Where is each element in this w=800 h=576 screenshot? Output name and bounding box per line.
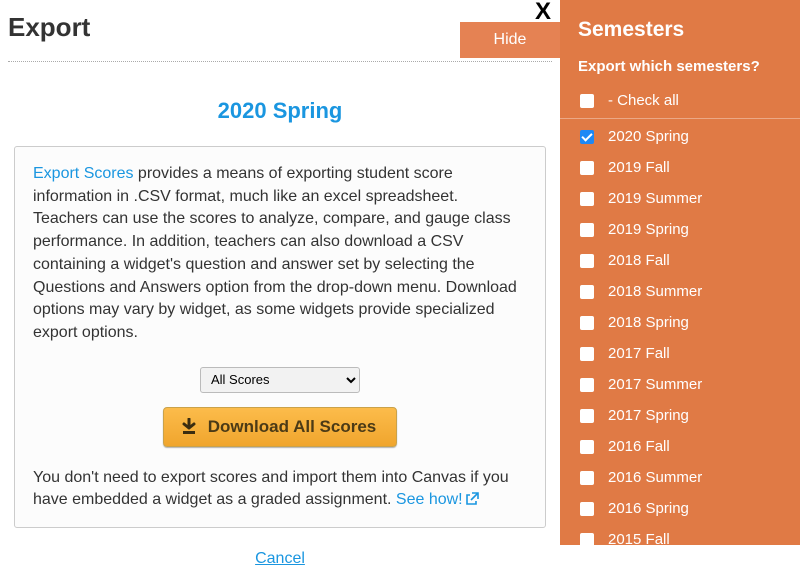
semester-row[interactable]: 2016 Fall: [560, 431, 800, 462]
current-semester-heading: 2020 Spring: [8, 98, 552, 124]
download-row: Download All Scores: [33, 407, 527, 447]
semester-checkbox[interactable]: [580, 471, 594, 485]
cancel-row: Cancel: [8, 550, 552, 568]
semester-row[interactable]: 2017 Fall: [560, 338, 800, 369]
semester-label[interactable]: 2016 Spring: [608, 500, 689, 517]
select-row: All Scores: [33, 367, 527, 393]
semester-row[interactable]: 2018 Spring: [560, 307, 800, 338]
download-button-label: Download All Scores: [208, 417, 376, 437]
cancel-link[interactable]: Cancel: [255, 550, 305, 567]
sidebar-title: Semesters: [560, 18, 800, 58]
semester-row[interactable]: 2019 Summer: [560, 183, 800, 214]
semester-checkbox[interactable]: [580, 130, 594, 144]
footnote-text: You don't need to export scores and impo…: [33, 467, 527, 513]
semester-label[interactable]: 2019 Spring: [608, 221, 689, 238]
export-scores-link[interactable]: Export Scores: [33, 165, 133, 182]
check-all-label[interactable]: - Check all: [608, 92, 679, 109]
semester-label[interactable]: 2015 Fall: [608, 531, 670, 545]
check-all-checkbox[interactable]: [580, 94, 594, 108]
semester-checkbox[interactable]: [580, 409, 594, 423]
semester-label[interactable]: 2019 Fall: [608, 159, 670, 176]
semester-row[interactable]: 2016 Summer: [560, 462, 800, 493]
semester-row[interactable]: 2019 Fall: [560, 152, 800, 183]
semester-label[interactable]: 2016 Fall: [608, 438, 670, 455]
semester-label[interactable]: 2018 Fall: [608, 252, 670, 269]
semester-checkbox[interactable]: [580, 440, 594, 454]
semester-checkbox[interactable]: [580, 533, 594, 546]
divider: [8, 61, 552, 62]
semester-label[interactable]: 2017 Fall: [608, 345, 670, 362]
semester-checkbox[interactable]: [580, 316, 594, 330]
description-body: provides a means of exporting student sc…: [33, 165, 517, 341]
semester-checkbox[interactable]: [580, 254, 594, 268]
external-link-icon: [466, 490, 479, 512]
semester-label[interactable]: 2016 Summer: [608, 469, 702, 486]
semester-checkbox[interactable]: [580, 223, 594, 237]
semester-row[interactable]: 2018 Summer: [560, 276, 800, 307]
semester-checkbox[interactable]: [580, 347, 594, 361]
export-panel: X Hide Export 2020 Spring Export Scores …: [0, 0, 560, 576]
semester-row[interactable]: 2016 Spring: [560, 493, 800, 524]
semester-label[interactable]: 2017 Spring: [608, 407, 689, 424]
semester-label[interactable]: 2017 Summer: [608, 376, 702, 393]
check-all-row[interactable]: - Check all: [560, 85, 800, 119]
semester-row[interactable]: 2019 Spring: [560, 214, 800, 245]
sidebar-subhead: Export which semesters?: [560, 58, 800, 85]
download-button[interactable]: Download All Scores: [163, 407, 397, 447]
semester-row[interactable]: 2017 Summer: [560, 369, 800, 400]
semester-list: 2020 Spring 2019 Fall 2019 Summer 2019 Spri…: [560, 121, 800, 545]
scores-select[interactable]: All Scores: [200, 367, 360, 393]
semester-label[interactable]: 2020 Spring: [608, 128, 689, 145]
description-text: Export Scores provides a means of export…: [33, 163, 527, 345]
semester-label[interactable]: 2018 Spring: [608, 314, 689, 331]
description-panel: Export Scores provides a means of export…: [14, 146, 546, 528]
see-how-link[interactable]: See how!: [396, 491, 479, 508]
download-icon: [180, 418, 198, 436]
semester-row[interactable]: 2015 Fall: [560, 524, 800, 545]
semester-row[interactable]: 2017 Spring: [560, 400, 800, 431]
semester-checkbox[interactable]: [580, 192, 594, 206]
semester-checkbox[interactable]: [580, 285, 594, 299]
semesters-sidebar: Semesters Export which semesters? - Chec…: [560, 0, 800, 545]
semester-checkbox[interactable]: [580, 161, 594, 175]
semester-row[interactable]: 2020 Spring: [560, 121, 800, 152]
semester-checkbox[interactable]: [580, 502, 594, 516]
semester-checkbox[interactable]: [580, 378, 594, 392]
semester-row[interactable]: 2018 Fall: [560, 245, 800, 276]
hide-button[interactable]: Hide: [460, 22, 560, 58]
semester-label[interactable]: 2018 Summer: [608, 283, 702, 300]
semester-label[interactable]: 2019 Summer: [608, 190, 702, 207]
